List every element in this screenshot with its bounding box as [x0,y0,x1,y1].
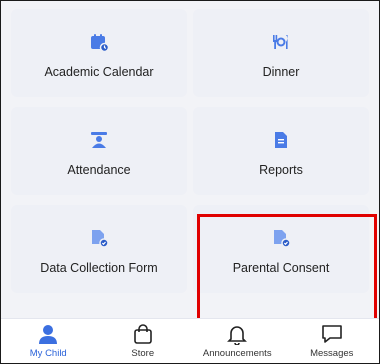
tab-label: Messages [310,348,354,359]
tile-label: Reports [259,163,303,177]
tile-label: Data Collection Form [40,261,158,275]
tile-attendance[interactable]: Attendance [11,107,187,195]
tab-messages[interactable]: Messages [285,319,380,363]
tile-label: Academic Calendar [44,65,154,79]
tile-label: Attendance [67,163,131,177]
calendar-icon [88,31,110,53]
highlight-box [197,214,377,326]
screen: Academic Calendar Dinner Attendance Repo… [0,0,380,364]
bottom-tab-bar: My Child Store Announcements Messages [1,318,379,363]
utensils-icon [270,31,292,53]
tab-store[interactable]: Store [96,319,191,363]
report-document-icon [270,129,292,151]
chat-icon [320,322,344,346]
tab-label: Announcements [202,348,272,359]
tab-label: My Child [29,348,67,359]
tile-academic-calendar[interactable]: Academic Calendar [11,9,187,97]
tile-label: Dinner [262,65,300,79]
tile-dinner[interactable]: Dinner [193,9,369,97]
tab-announcements[interactable]: Announcements [190,319,285,363]
person-icon [36,322,60,346]
bell-icon [225,322,249,346]
form-document-icon [88,227,110,249]
teacher-icon [88,129,110,151]
tile-reports[interactable]: Reports [193,107,369,195]
tile-data-collection-form[interactable]: Data Collection Form [11,205,187,293]
shopping-bag-icon [131,322,155,346]
tab-my-child[interactable]: My Child [1,319,96,363]
tab-label: Store [131,348,155,359]
